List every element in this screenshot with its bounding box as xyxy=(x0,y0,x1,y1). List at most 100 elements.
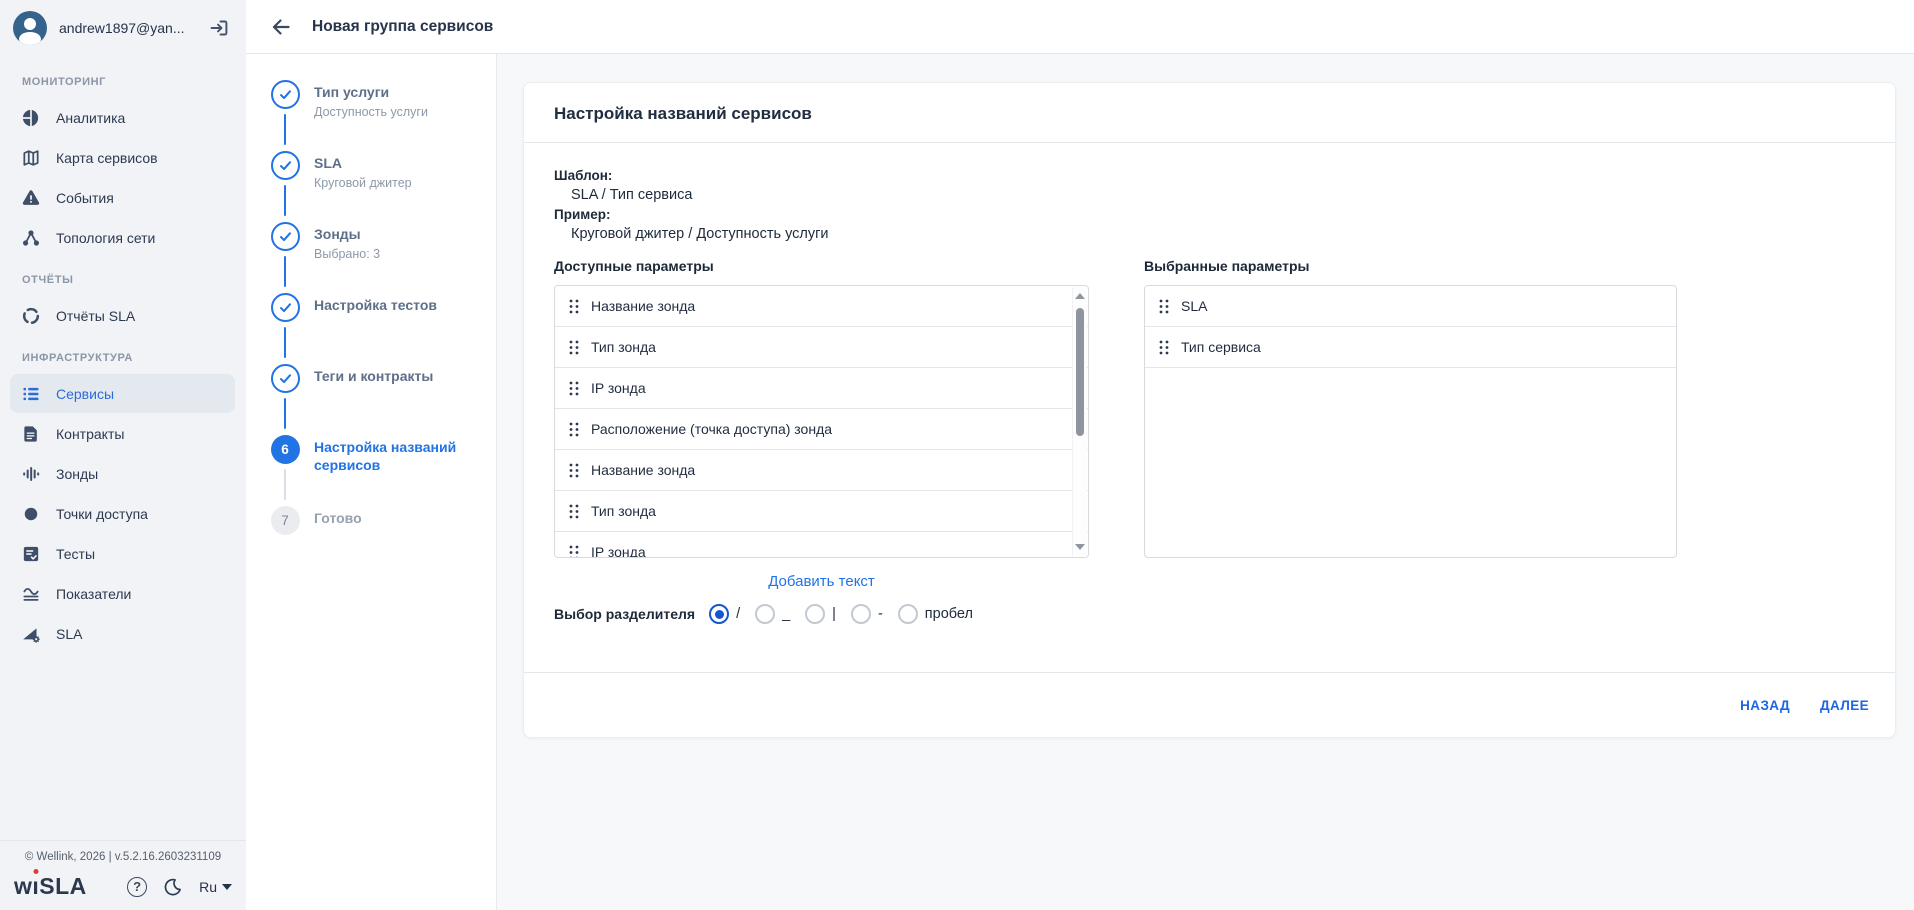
topology-icon xyxy=(20,227,42,249)
nav-section-monitoring: МОНИТОРИНГ xyxy=(0,60,246,98)
param-label: Тип зонда xyxy=(591,503,656,519)
sidebar-item-label: Сервисы xyxy=(56,386,114,402)
checklist-icon xyxy=(20,543,42,565)
sidebar-item-events[interactable]: События xyxy=(10,178,235,217)
segmented-circle-icon xyxy=(20,305,42,327)
nav-section-infrastructure: ИНФРАСТРУКТУРА xyxy=(0,336,246,374)
radio-icon xyxy=(805,604,825,624)
circle-icon xyxy=(20,503,42,525)
param-row[interactable]: Название зонда xyxy=(555,450,1088,491)
param-row[interactable]: Название зонда xyxy=(555,286,1088,327)
param-label: IP зонда xyxy=(591,380,646,396)
sidebar-item-label: События xyxy=(56,190,114,206)
step-title: SLA xyxy=(314,155,412,173)
scrollbar-thumb[interactable] xyxy=(1076,308,1084,436)
step-title: Теги и контракты xyxy=(314,368,433,386)
separator-option-pipe[interactable]: | xyxy=(805,604,836,624)
sidebar-item-label: Зонды xyxy=(56,466,98,482)
scrollbar[interactable] xyxy=(1072,287,1087,556)
param-label: Тип сервиса xyxy=(1181,339,1261,355)
list-icon xyxy=(20,383,42,405)
drag-handle-icon[interactable] xyxy=(569,463,579,478)
drag-handle-icon[interactable] xyxy=(569,422,579,437)
separator-option-space[interactable]: пробел xyxy=(898,604,973,624)
drag-handle-icon[interactable] xyxy=(1159,299,1169,314)
map-icon xyxy=(20,147,42,169)
param-row[interactable]: Тип зонда xyxy=(555,327,1088,368)
param-row[interactable]: Тип сервиса xyxy=(1145,327,1676,368)
sidebar-item-contracts[interactable]: Контракты xyxy=(10,414,235,453)
separator-option-underscore[interactable]: _ xyxy=(755,604,790,624)
document-icon xyxy=(20,423,42,445)
chevron-down-icon xyxy=(222,884,232,890)
sidebar-item-label: Показатели xyxy=(56,586,131,602)
selected-params-title: Выбранные параметры xyxy=(1144,258,1677,274)
sidebar-item-services[interactable]: Сервисы xyxy=(10,374,235,413)
sidebar-nav: МОНИТОРИНГ Аналитика xyxy=(0,56,246,654)
step-service-type[interactable]: Тип услуги Доступность услуги xyxy=(270,80,486,151)
step-service-naming[interactable]: 6 Настройка названий сервисов xyxy=(270,435,486,506)
sla-gear-icon xyxy=(20,623,42,645)
user-menu[interactable]: andrew1897@yan... xyxy=(0,0,246,56)
next-button[interactable]: ДАЛЕЕ xyxy=(1820,698,1869,713)
step-test-settings[interactable]: Настройка тестов xyxy=(270,293,486,364)
param-row[interactable]: Расположение (точка доступа) зонда xyxy=(555,409,1088,450)
topbar: Новая группа сервисов xyxy=(246,0,1914,54)
sidebar-item-sla[interactable]: SLA xyxy=(10,614,235,653)
drag-handle-icon[interactable] xyxy=(569,545,579,559)
sidebar-item-probes[interactable]: Зонды xyxy=(10,454,235,493)
drag-handle-icon[interactable] xyxy=(569,340,579,355)
scroll-up-arrow-icon[interactable] xyxy=(1075,293,1085,299)
help-icon[interactable]: ? xyxy=(127,877,147,897)
param-row[interactable]: IP зонда xyxy=(555,368,1088,409)
sidebar-item-topology[interactable]: Топология сети xyxy=(10,218,235,257)
drag-handle-icon[interactable] xyxy=(1159,340,1169,355)
step-title: Настройка названий сервисов xyxy=(314,439,479,474)
step-sla[interactable]: SLA Круговой джитер xyxy=(270,151,486,222)
step-title: Зонды xyxy=(314,226,380,244)
separator-option-slash[interactable]: / xyxy=(709,604,740,624)
sidebar-item-service-map[interactable]: Карта сервисов xyxy=(10,138,235,177)
back-button[interactable]: НАЗАД xyxy=(1740,698,1790,713)
param-label: Тип зонда xyxy=(591,339,656,355)
radio-icon xyxy=(755,604,775,624)
warning-triangle-icon xyxy=(20,187,42,209)
step-check-icon xyxy=(271,364,300,393)
param-row[interactable]: SLA xyxy=(1145,286,1676,327)
param-row[interactable]: Тип зонда xyxy=(555,491,1088,532)
sidebar-item-indicators[interactable]: Показатели xyxy=(10,574,235,613)
sidebar-item-tests[interactable]: Тесты xyxy=(10,534,235,573)
sidebar-item-access-points[interactable]: Точки доступа xyxy=(10,494,235,533)
example-value: Круговой джитер / Доступность услуги xyxy=(554,224,1865,244)
separator-option-label: _ xyxy=(782,606,790,622)
sidebar-item-sla-reports[interactable]: Отчёты SLA xyxy=(10,296,235,335)
separator-option-dash[interactable]: - xyxy=(851,604,883,624)
logo-red-dot xyxy=(33,869,38,874)
step-probes[interactable]: Зонды Выбрано: 3 xyxy=(270,222,486,293)
param-row[interactable]: IP зонда xyxy=(555,532,1088,558)
dark-mode-moon-icon[interactable] xyxy=(163,877,183,897)
sidebar-item-label: Тесты xyxy=(56,546,95,562)
step-check-icon xyxy=(271,80,300,109)
scroll-down-arrow-icon[interactable] xyxy=(1075,544,1085,550)
sidebar-item-label: Карта сервисов xyxy=(56,150,158,166)
analytics-pie-icon xyxy=(20,107,42,129)
drag-handle-icon[interactable] xyxy=(569,299,579,314)
nav-section-reports: ОТЧЁТЫ xyxy=(0,258,246,296)
step-tags-contracts[interactable]: Теги и контракты xyxy=(270,364,486,435)
param-label: IP зонда xyxy=(591,544,646,558)
separator-option-label: | xyxy=(832,606,836,622)
add-text-link[interactable]: Добавить текст xyxy=(768,573,875,590)
drag-handle-icon[interactable] xyxy=(569,381,579,396)
step-number: 7 xyxy=(271,506,300,535)
step-done[interactable]: 7 Готово xyxy=(270,506,486,535)
sidebar-item-label: Топология сети xyxy=(56,230,155,246)
language-selector[interactable]: Ru xyxy=(199,879,232,895)
template-label: Шаблон: xyxy=(554,166,1865,185)
arrow-left-icon[interactable] xyxy=(268,14,294,40)
sidebar-item-analytics[interactable]: Аналитика xyxy=(10,98,235,137)
logout-icon[interactable] xyxy=(208,17,230,39)
drag-handle-icon[interactable] xyxy=(569,504,579,519)
separator-option-label: пробел xyxy=(925,606,973,622)
sidebar-item-label: Контракты xyxy=(56,426,124,442)
